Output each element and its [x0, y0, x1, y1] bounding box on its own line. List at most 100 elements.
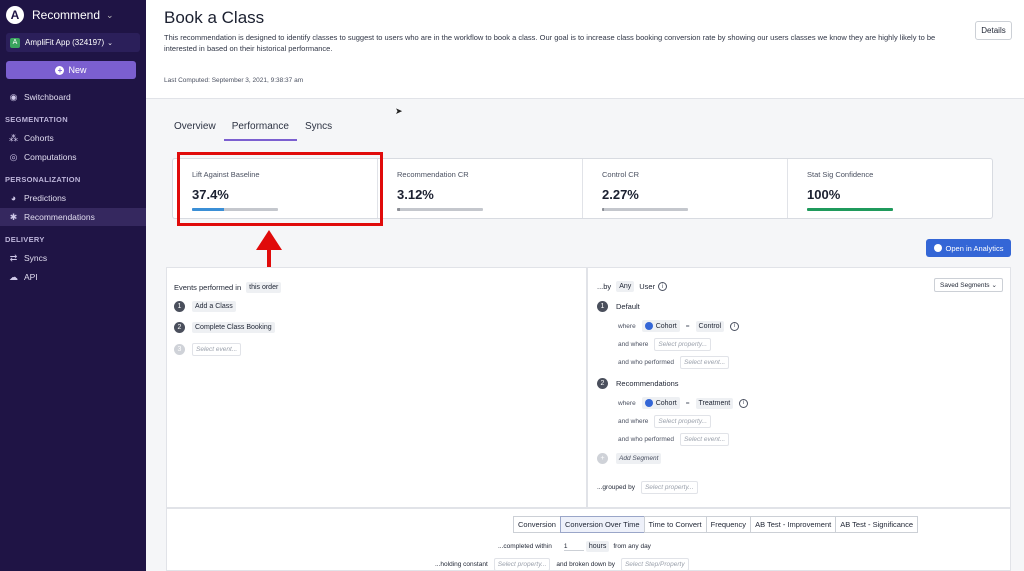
metric-control-cr: Control CR 2.27%	[583, 159, 788, 218]
info-icon[interactable]: i	[730, 321, 740, 331]
recommendations-icon: ✱	[9, 211, 18, 222]
saved-segments-label: Saved Segments	[940, 281, 990, 289]
tab-performance[interactable]: Performance	[223, 118, 297, 141]
sidebar-item-cohorts[interactable]: ⁂ Cohorts	[0, 129, 146, 147]
filter-value[interactable]: Treatment	[695, 397, 734, 409]
and-who-performed-label: and who performed	[618, 436, 675, 443]
segment-number: 2	[597, 378, 608, 389]
from-any-day-label: from any day	[613, 543, 651, 550]
event-step[interactable]: 1 Add a Class	[174, 301, 236, 312]
main-content: Book a Class This recommendation is desi…	[146, 0, 1024, 571]
details-button[interactable]: Details	[975, 21, 1012, 40]
events-heading-row: Events performed in this order	[174, 282, 282, 293]
metric-bar	[397, 208, 483, 211]
grouped-by-row: ...grouped by Select property...	[597, 481, 698, 494]
app-name: Recommend	[32, 8, 101, 22]
metric-bar	[807, 208, 893, 211]
metric-value: 2.27%	[602, 187, 639, 202]
grouped-by-input[interactable]: Select property...	[640, 481, 698, 494]
metric-bar-fill	[807, 208, 893, 211]
mouse-cursor-icon: ➤	[395, 106, 403, 116]
holding-constant-row: ...holding constant Select property... a…	[435, 558, 689, 571]
select-event-input[interactable]: Select event...	[192, 343, 242, 356]
sidebar-item-label: Cohorts	[24, 133, 54, 143]
segment-performed-row: and who performed Select event...	[618, 356, 730, 369]
segment-header: 1 Default	[597, 301, 640, 312]
app-switcher[interactable]: A Recommend ⌄	[6, 6, 114, 24]
sidebar: A Recommend ⌄ A AmpliFit App (324197) ⌄ …	[0, 0, 146, 571]
segment-performed-row: and who performed Select event...	[618, 433, 730, 446]
tab-ab-significance[interactable]: AB Test - Significance	[835, 516, 919, 533]
cohort-filter[interactable]: Cohort	[641, 397, 680, 409]
info-icon[interactable]: i	[658, 282, 668, 291]
info-icon[interactable]: i	[739, 398, 749, 408]
syncs-icon: ⇄	[9, 252, 18, 263]
plus-icon: +	[55, 65, 65, 75]
project-name: AmpliFit App (324197)	[25, 38, 105, 47]
tab-frequency[interactable]: Frequency	[705, 516, 752, 533]
step-number: 1	[174, 301, 185, 312]
operator: =	[685, 399, 690, 407]
order-selector[interactable]: this order	[246, 282, 282, 293]
sidebar-item-computations[interactable]: ◎ Computations	[0, 148, 146, 166]
tab-conversion-over-time[interactable]: Conversion Over Time	[559, 516, 645, 533]
holding-constant-input[interactable]: Select property...	[493, 558, 551, 571]
sidebar-item-predictions[interactable]: ◕ Predictions	[0, 189, 146, 207]
project-selector[interactable]: A AmpliFit App (324197) ⌄	[6, 33, 140, 52]
select-event-input[interactable]: Select event...	[680, 433, 730, 446]
completed-within-label: ...completed within	[498, 543, 552, 550]
segments-panel: ...by Any User i 1 Default where Cohort …	[587, 267, 1011, 508]
segment-name[interactable]: Recommendations	[616, 379, 679, 388]
section-segmentation: SEGMENTATION	[5, 115, 68, 124]
and-who-performed-label: and who performed	[618, 359, 675, 366]
sidebar-item-syncs[interactable]: ⇄ Syncs	[0, 249, 146, 267]
sidebar-item-label: Predictions	[24, 193, 67, 203]
grouped-by-label: ...grouped by	[597, 484, 635, 491]
tab-ab-improvement[interactable]: AB Test - Improvement	[750, 516, 837, 533]
metric-bar	[602, 208, 688, 211]
events-panel: Events performed in this order 1 Add a C…	[166, 267, 587, 508]
completed-within-row: ...completed within 1 hours from any day	[498, 541, 651, 552]
event-step-select[interactable]: 3 Select event...	[174, 343, 242, 356]
sidebar-item-label: Recommendations	[24, 212, 95, 222]
cohort-label: Cohort	[655, 322, 677, 330]
segment-where-row: where Cohort = Treatment i	[618, 397, 749, 409]
tab-conversion[interactable]: Conversion	[513, 516, 561, 533]
predictions-icon: ◕	[10, 192, 17, 203]
within-value-input[interactable]: 1	[563, 543, 584, 551]
cohort-filter[interactable]: Cohort	[641, 320, 680, 332]
filter-value[interactable]: Control	[695, 320, 725, 332]
segment-name[interactable]: Default	[616, 302, 640, 311]
any-selector[interactable]: Any	[616, 281, 635, 292]
sidebar-item-recommendations[interactable]: ✱ Recommendations	[0, 208, 146, 226]
metric-recommendation-cr: Recommendation CR 3.12%	[378, 159, 583, 218]
broken-down-input[interactable]: Select Step/Property	[620, 558, 689, 571]
select-property-input[interactable]: Select property...	[654, 415, 712, 428]
add-segment-button[interactable]: Add Segment	[616, 453, 662, 464]
open-in-analytics-button[interactable]: Open in Analytics	[926, 239, 1011, 257]
tab-syncs[interactable]: Syncs	[297, 118, 340, 141]
event-step[interactable]: 2 Complete Class Booking	[174, 322, 275, 333]
metric-label: Stat Sig Confidence	[807, 170, 874, 179]
saved-segments-button[interactable]: Saved Segments ⌄	[934, 278, 1003, 292]
events-heading: Events performed in	[174, 283, 242, 292]
new-button[interactable]: + New	[6, 61, 136, 79]
event-name[interactable]: Add a Class	[192, 301, 236, 312]
select-event-input[interactable]: Select event...	[680, 356, 730, 369]
sidebar-item-switchboard[interactable]: ◉ Switchboard	[0, 88, 146, 106]
user-label: User	[639, 282, 656, 291]
tab-overview[interactable]: Overview	[166, 118, 224, 141]
where-label: where	[618, 322, 636, 330]
new-label: New	[68, 65, 87, 75]
tab-time-to-convert[interactable]: Time to Convert	[643, 516, 707, 533]
sidebar-item-api[interactable]: ☁ API	[0, 268, 146, 286]
event-name[interactable]: Complete Class Booking	[192, 322, 275, 333]
select-property-input[interactable]: Select property...	[654, 338, 712, 351]
metric-label: Control CR	[602, 170, 640, 179]
unit-selector[interactable]: hours	[585, 541, 610, 552]
by-label: ...by	[597, 282, 612, 291]
metric-value: 3.12%	[397, 187, 434, 202]
project-badge: A	[10, 37, 20, 48]
segment-header: 2 Recommendations	[597, 378, 679, 389]
add-segment-row[interactable]: + Add Segment	[597, 453, 662, 464]
